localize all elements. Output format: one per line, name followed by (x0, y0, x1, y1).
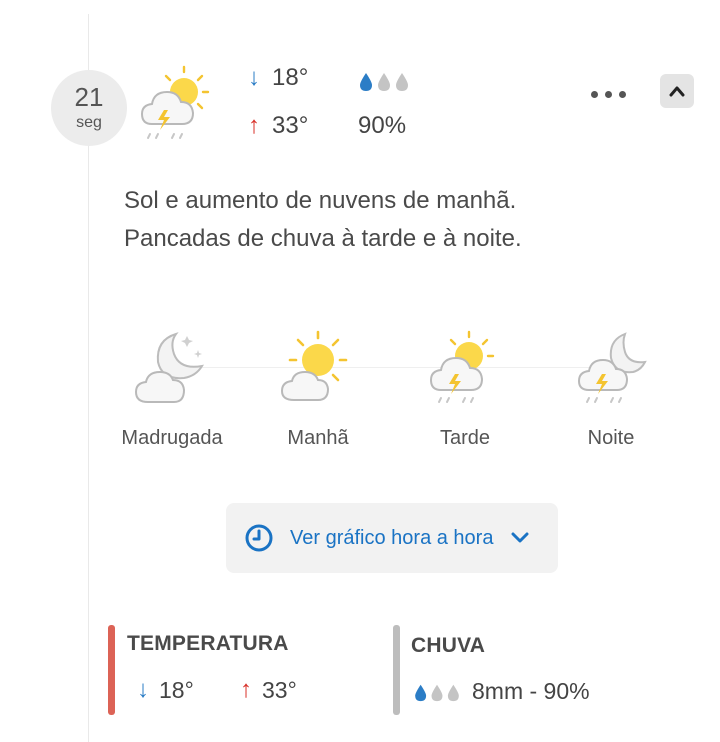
period-manha (243, 326, 393, 406)
sun-cloud-icon (280, 330, 348, 401)
date-weekday: seg (76, 114, 102, 131)
sun-cloud-storm-icon (140, 65, 210, 139)
summary-min-value: 18° (159, 676, 194, 703)
period-madrugada (97, 326, 247, 406)
summary-rain: 8mm - 90% (412, 678, 590, 705)
date-badge: 21 seg (51, 70, 127, 146)
min-temperature-value: 18° (272, 64, 309, 91)
date-day: 21 (74, 82, 104, 112)
dot-icon (604, 90, 612, 98)
arrow-up-icon: ↑ (248, 112, 260, 139)
rain-title: CHUVA (411, 634, 486, 657)
max-temperature: ↑ 33° (248, 112, 308, 140)
precipitation-probability: 90% (358, 112, 407, 139)
clock-icon (245, 524, 273, 552)
rain-drops-icon (415, 684, 459, 701)
arrow-down-icon: ↓ (248, 64, 260, 91)
period-label-manha: Manhã (287, 427, 349, 449)
arrow-down-icon: ↓ (137, 676, 149, 703)
sun-cloud-storm-icon (429, 330, 495, 403)
summary-max-value: 33° (262, 676, 297, 703)
collapse-button[interactable] (660, 74, 694, 108)
hourly-chart-button[interactable]: Ver gráfico hora a hora (226, 503, 558, 573)
moon-cloud-icon (134, 332, 204, 403)
min-temperature: ↓ 18° (248, 64, 308, 92)
dot-icon (590, 90, 598, 98)
temperature-title: TEMPERATURA (127, 632, 289, 655)
period-label-madrugada: Madrugada (121, 427, 223, 449)
rain-drops-icon (360, 73, 408, 91)
arrow-up-icon: ↑ (240, 676, 252, 703)
max-temperature-value: 33° (272, 112, 309, 139)
chevron-down-icon (511, 532, 529, 543)
temperature-bar (108, 625, 115, 715)
hourly-chart-label: Ver gráfico hora a hora (290, 526, 494, 549)
summary-min-temperature: ↓ 18° (137, 676, 194, 704)
rain-value: 8mm - 90% (472, 678, 590, 704)
rain-bar (393, 625, 400, 715)
period-tarde (390, 326, 540, 406)
more-options-button[interactable] (586, 82, 630, 106)
period-label-tarde: Tarde (439, 427, 491, 449)
dot-icon (618, 90, 626, 98)
period-noite (536, 326, 686, 406)
moon-cloud-storm-icon (577, 332, 647, 403)
forecast-description: Sol e aumento de nuvens de manhã. Pancad… (124, 187, 522, 252)
chevron-up-icon (669, 86, 685, 97)
summary-max-temperature: ↑ 33° (240, 676, 297, 704)
period-label-noite: Noite (587, 427, 635, 449)
